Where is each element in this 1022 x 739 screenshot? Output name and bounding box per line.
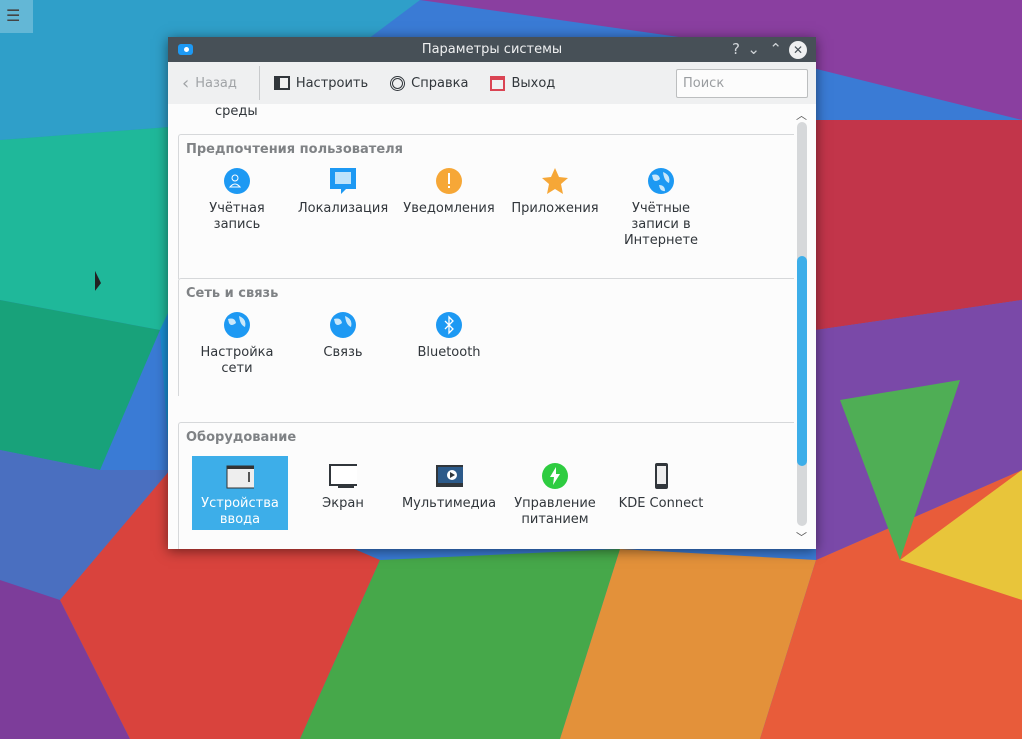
toolbar-separator [258,66,260,100]
group-title: Предпочтения пользователя [186,142,404,157]
globe-icon [223,311,251,339]
lifebuoy-icon [390,75,406,91]
configure-button[interactable]: Настроить [273,75,369,91]
monitor-icon [329,462,357,490]
item-label: Учётные записи в Интернете [623,201,699,248]
item-label: Устройства ввода [201,496,279,527]
item-applications[interactable]: Приложения [507,161,603,235]
item-label: Приложения [511,201,599,216]
item-user-account[interactable]: Учётная запись [189,161,285,235]
toolbar: ‹ Назад Настроить Справка Выход Поиск [168,62,816,104]
group-hardware: Оборудование Устройства ввода Экран Муль… [178,422,794,549]
item-label: Локализация [297,201,389,216]
item-kde-connect[interactable]: KDE Connect [613,456,709,530]
group-title: Оборудование [186,430,297,445]
item-connectivity[interactable]: Связь [295,305,391,379]
item-label: KDE Connect [618,496,704,511]
back-label: Назад [195,75,237,91]
item-multimedia[interactable]: Мультимедиа [401,456,497,530]
exclamation-icon [435,167,463,195]
item-notifications[interactable]: Уведомления [401,161,497,235]
item-label: Учётная запись [209,201,265,232]
scroll-down-arrow[interactable]: ﹀ [796,529,807,545]
configure-icon [273,76,290,90]
item-label: Связь [323,345,363,360]
item-label: Настройка сети [200,345,274,376]
globe-icon [329,311,357,339]
phone-icon [647,462,675,490]
desktop-menu-button[interactable]: ☰ [0,0,33,33]
item-input-devices[interactable]: Устройства ввода [192,456,288,530]
app-icon [178,44,193,55]
speech-bubble-icon [329,167,357,195]
item-display[interactable]: Экран [295,456,391,530]
item-bluetooth[interactable]: Bluetooth [401,305,497,379]
mouse-cursor [95,270,101,294]
quit-button[interactable]: Выход [490,75,556,91]
window-title: Параметры системы [421,42,563,57]
item-power-management[interactable]: Управление питанием [507,456,603,530]
bluetooth-icon [435,311,463,339]
close-button[interactable]: ✕ [789,41,807,59]
item-label: Bluetooth [417,345,481,360]
scroll-up-arrow[interactable]: ︿ [796,107,807,123]
back-button[interactable]: ‹ Назад [182,73,237,94]
group-title: Сеть и связь [186,286,279,301]
chevron-left-icon: ‹ [182,72,190,94]
item-label-cut: среды [215,104,258,119]
search-input[interactable]: Поиск [676,69,808,98]
item-label: Уведомления [403,201,495,216]
input-devices-icon [226,462,254,490]
help-button[interactable]: ? [732,37,740,62]
star-icon [541,167,569,195]
quit-label: Выход [511,75,556,91]
group-user-preferences: Предпочтения пользователя Учётная запись… [178,134,794,279]
title-bar[interactable]: Параметры системы ? ⌄ ⌃ ✕ [168,37,816,62]
multimedia-icon [435,462,463,490]
minimize-button[interactable]: ⌄ [747,37,760,62]
scrollbar-thumb[interactable] [797,256,807,466]
item-label: Экран [322,496,364,511]
power-icon [541,462,569,490]
maximize-button[interactable]: ⌃ [769,37,782,62]
globe-icon [647,167,675,195]
group-network: Сеть и связь Настройка сети Связь Blueto… [178,278,794,396]
item-localization[interactable]: Локализация [295,161,391,235]
settings-content: среды Предпочтения пользователя Учётная … [168,104,816,549]
help-label: Справка [411,75,469,91]
user-icon [223,167,251,195]
item-label: Управление питанием [514,496,596,527]
configure-label: Настроить [295,75,369,91]
help-menu-button[interactable]: Справка [390,75,469,91]
system-settings-window: Параметры системы ? ⌄ ⌃ ✕ ‹ Назад Настрои… [168,37,816,549]
item-network-settings[interactable]: Настройка сети [189,305,285,379]
item-online-accounts[interactable]: Учётные записи в Интернете [613,161,709,251]
scrollbar[interactable] [797,122,807,526]
item-label: Мультимедиа [401,496,497,511]
quit-icon [490,75,506,91]
